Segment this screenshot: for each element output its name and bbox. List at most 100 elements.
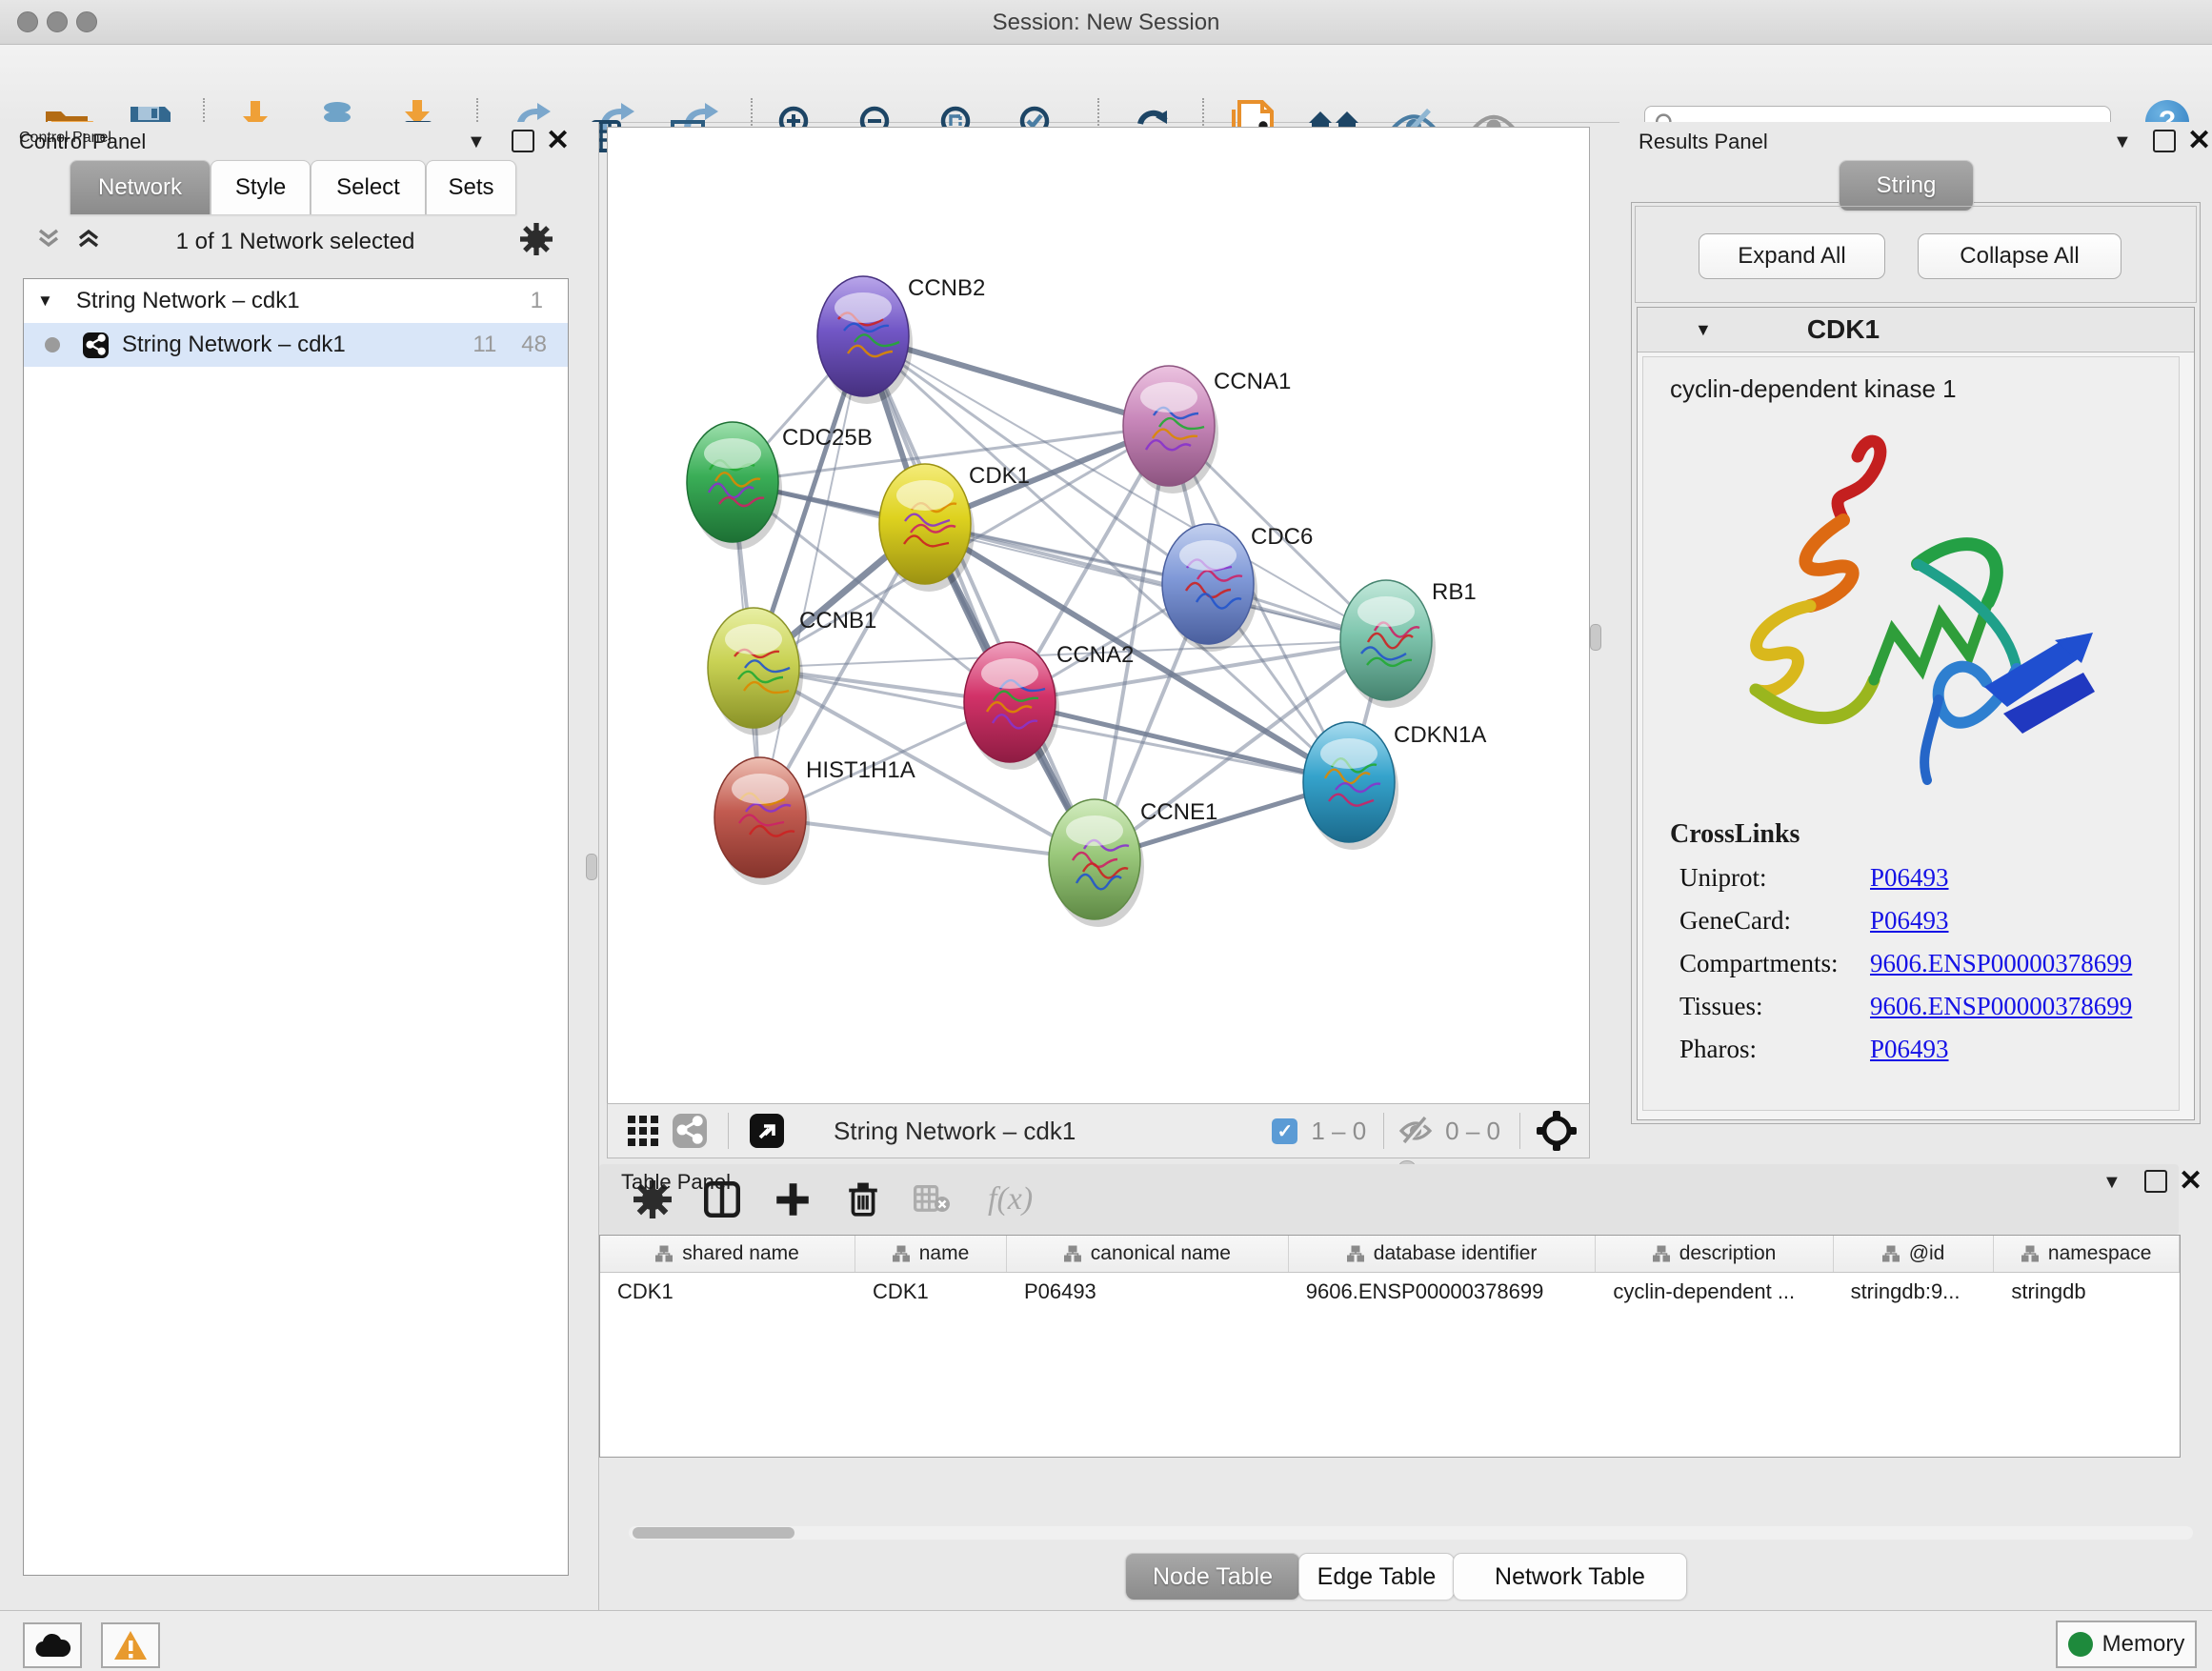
title-bar: Session: New Session (0, 0, 2212, 45)
detach-view-button[interactable] (750, 1114, 784, 1148)
crosslink-link[interactable]: P06493 (1870, 906, 1949, 936)
crosslink-link[interactable]: P06493 (1870, 1035, 1949, 1064)
hidden-count: 0 – 0 (1445, 1117, 1500, 1146)
close-panel-icon[interactable]: ✕ (2179, 1172, 2202, 1191)
gene-section-header[interactable]: ▼ CDK1 (1638, 308, 2194, 352)
crosslink-link[interactable]: 9606.ENSP00000378699 (1870, 992, 2132, 1021)
close-panel-icon[interactable]: ✕ (546, 131, 570, 151)
node-CCNA1[interactable]: CCNA1 (1123, 366, 1291, 493)
crosslink-link[interactable]: 9606.ENSP00000378699 (1870, 949, 2132, 978)
column-header-description[interactable]: description (1596, 1236, 1833, 1272)
node-label-CCNA1: CCNA1 (1214, 369, 1291, 394)
collapse-panel-icon[interactable]: ▼ (467, 131, 486, 153)
crosslink-label: Pharos: (1679, 1035, 1870, 1064)
table-toolbar: f(x) (599, 1164, 2179, 1235)
collapse-all-button[interactable]: Collapse All (1918, 233, 2122, 279)
node-CCNE1[interactable]: CCNE1 (1049, 799, 1217, 927)
node-CDKN1A[interactable]: CDKN1A (1303, 722, 1486, 850)
column-header-canonical-name[interactable]: canonical name (1007, 1236, 1289, 1272)
delete-column-icon[interactable] (845, 1181, 881, 1218)
window-title: Session: New Session (0, 10, 2212, 36)
crosslink-row: Compartments: 9606.ENSP00000378699 (1679, 949, 2179, 978)
table-header-row: shared namenamecanonical namedatabase id… (600, 1236, 2180, 1273)
column-header-@id[interactable]: @id (1834, 1236, 1995, 1272)
separator (728, 1113, 729, 1149)
node-CDC25B[interactable]: CDC25B (687, 422, 873, 550)
column-header-shared-name[interactable]: shared name (600, 1236, 855, 1272)
warning-button[interactable] (101, 1622, 160, 1668)
collapse-panel-icon[interactable]: ▼ (2113, 131, 2132, 153)
table-row[interactable]: CDK1CDK1P064939606.ENSP00000378699cyclin… (600, 1273, 2180, 1311)
tab-edge-table[interactable]: Edge Table (1298, 1553, 1455, 1600)
gene-name: CDK1 (1807, 314, 1880, 345)
node-RB1[interactable]: RB1 (1340, 579, 1477, 708)
tree-expander-icon[interactable]: ▼ (37, 292, 53, 311)
cell-shared-name[interactable]: CDK1 (600, 1279, 855, 1304)
edge-CDK1-RB1[interactable] (925, 524, 1386, 640)
expand-all-networks-icon[interactable] (74, 225, 103, 253)
edge-CCNA2-CDKN1A[interactable] (1010, 702, 1349, 782)
collapse-panel-icon[interactable]: ▼ (2102, 1172, 2122, 1194)
tab-string[interactable]: String (1839, 160, 1974, 211)
hidden-eye-slash-icon[interactable] (1398, 1117, 1434, 1145)
tab-sets[interactable]: Sets (426, 160, 516, 214)
collapse-all-networks-icon[interactable] (34, 225, 63, 253)
node-CCNB1[interactable]: CCNB1 (708, 608, 876, 735)
right-splitter-handle[interactable] (1590, 624, 1601, 651)
node-CCNA2[interactable]: CCNA2 (964, 642, 1134, 770)
expand-all-button[interactable]: Expand All (1699, 233, 1885, 279)
memory-status-icon (2068, 1632, 2093, 1657)
network-share-icon[interactable] (673, 1114, 707, 1148)
grid-view-icon[interactable] (627, 1115, 659, 1147)
edge-CCNB2-HIST1H1A[interactable] (760, 336, 863, 817)
network-collection-row[interactable]: ▼ String Network – cdk1 1 (24, 279, 568, 323)
cell-canonical-name[interactable]: P06493 (1007, 1279, 1289, 1304)
cloud-button[interactable] (23, 1622, 82, 1668)
tab-style[interactable]: Style (211, 160, 311, 214)
cell-@id[interactable]: stringdb:9... (1834, 1279, 1995, 1304)
tab-node-table[interactable]: Node Table (1125, 1553, 1300, 1600)
column-header-namespace[interactable]: namespace (1994, 1236, 2180, 1272)
section-expander-icon[interactable]: ▼ (1695, 320, 1712, 340)
cell-namespace[interactable]: stringdb (1994, 1279, 2180, 1304)
birds-eye-view-icon[interactable] (1536, 1110, 1578, 1152)
left-splitter-handle[interactable] (586, 854, 597, 880)
node-CDC6[interactable]: CDC6 (1162, 524, 1313, 652)
current-network-dot-icon (45, 337, 60, 352)
gene-section: ▼ CDK1 cyclin-dependent kinase 1 (1637, 307, 2195, 1120)
tab-network-table[interactable]: Network Table (1453, 1553, 1687, 1600)
network-view-toolbar: String Network – cdk1 ✓ 1 – 0 0 – 0 (607, 1103, 1590, 1158)
tab-network[interactable]: Network (70, 160, 211, 214)
network-tree: ▼ String Network – cdk1 1 String Network… (23, 278, 569, 1576)
network-canvas[interactable]: CCNB2CCNA1CDC25BCDK1CDC6RB1CCNB1CCNA2CDK… (607, 127, 1590, 1104)
crosslink-row: Pharos: P06493 (1679, 1035, 2179, 1064)
add-column-icon[interactable] (774, 1181, 811, 1218)
node-label-RB1: RB1 (1432, 579, 1477, 605)
column-header-database-identifier[interactable]: database identifier (1289, 1236, 1597, 1272)
network-row-selected[interactable]: String Network – cdk1 11 48 (24, 323, 568, 367)
cell-description[interactable]: cyclin-dependent ... (1596, 1279, 1833, 1304)
tab-select[interactable]: Select (311, 160, 426, 214)
network-options-gear-icon[interactable] (520, 223, 553, 255)
float-panel-icon[interactable] (512, 130, 534, 152)
node-CCNB2[interactable]: CCNB2 (817, 275, 985, 404)
memory-label: Memory (2102, 1631, 2185, 1658)
float-panel-icon[interactable] (2144, 1170, 2167, 1193)
cell-database-identifier[interactable]: 9606.ENSP00000378699 (1289, 1279, 1597, 1304)
float-panel-icon[interactable] (2153, 130, 2176, 152)
memory-button[interactable]: Memory (2056, 1621, 2197, 1668)
node-table[interactable]: shared namenamecanonical namedatabase id… (599, 1235, 2181, 1458)
delete-table-icon[interactable] (914, 1185, 952, 1214)
column-header-name[interactable]: name (855, 1236, 1007, 1272)
separator (1519, 1113, 1520, 1149)
selected-nodes-checkbox[interactable]: ✓ (1272, 1118, 1297, 1144)
edge-HIST1H1A-CCNE1[interactable] (760, 817, 1095, 859)
column-type-icon (1347, 1245, 1364, 1262)
node-HIST1H1A[interactable]: HIST1H1A (714, 757, 915, 885)
node-label-CCNA2: CCNA2 (1056, 642, 1134, 668)
close-panel-icon[interactable]: ✕ (2187, 131, 2211, 151)
crosslink-link[interactable]: P06493 (1870, 863, 1949, 893)
function-builder-icon[interactable]: f(x) (988, 1181, 1033, 1218)
cell-name[interactable]: CDK1 (855, 1279, 1007, 1304)
crosslink-label: Compartments: (1679, 949, 1870, 978)
